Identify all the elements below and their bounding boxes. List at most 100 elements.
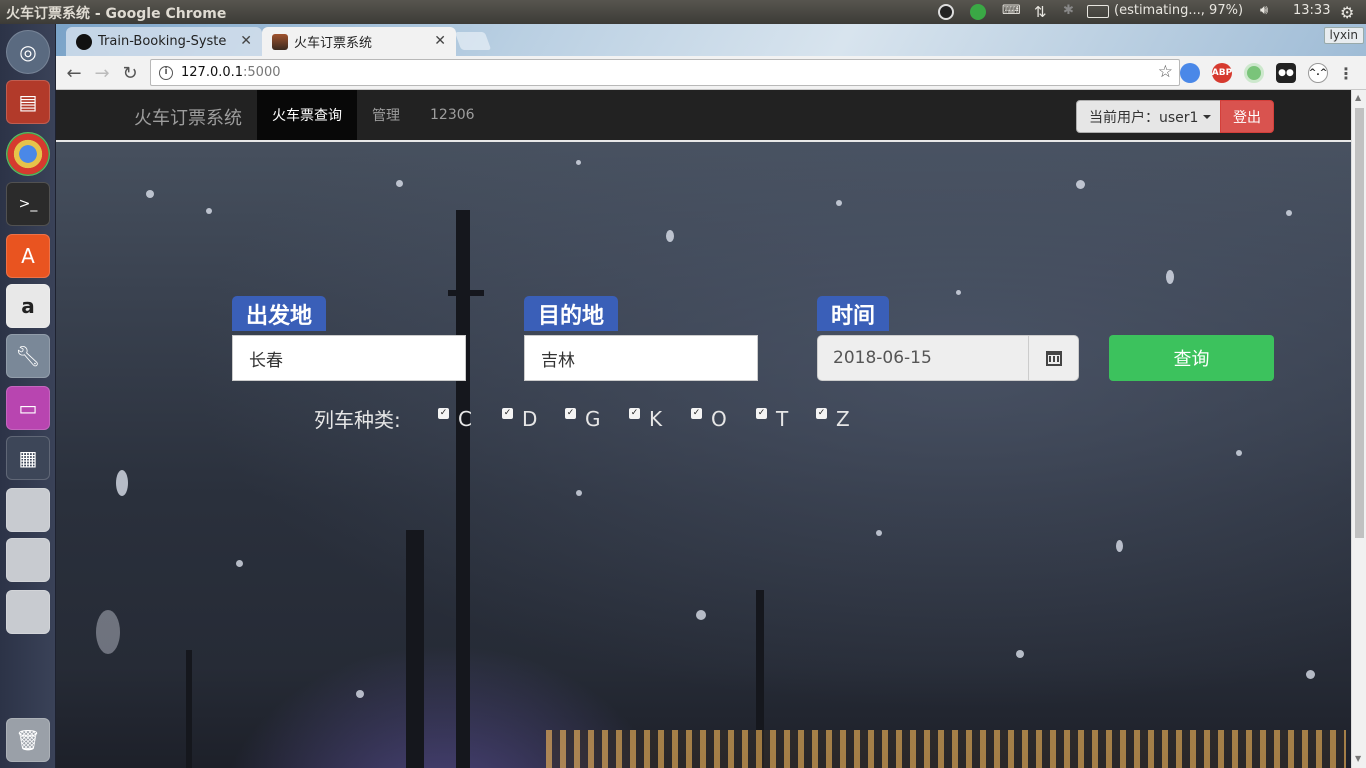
workspace-app-icon[interactable]: ▭	[6, 386, 50, 430]
from-label: 出发地	[232, 296, 327, 331]
drive-icon[interactable]	[6, 488, 50, 532]
green-circle-extension-icon[interactable]	[1244, 63, 1264, 83]
search-button[interactable]: 查询	[1109, 335, 1274, 381]
qq-tray-icon[interactable]	[938, 4, 954, 20]
mask-extension-icon[interactable]: ●●	[1276, 63, 1296, 83]
ubuntu-dash-icon[interactable]: ◎	[6, 30, 50, 74]
utility-pole	[406, 530, 424, 768]
site-favicon-icon	[272, 33, 288, 50]
checkbox-g[interactable]: ✓	[565, 408, 576, 419]
amazon-icon[interactable]: a	[6, 284, 50, 328]
train-type-t: T	[776, 407, 789, 431]
date-picker[interactable]: 2018-06-15	[817, 335, 1079, 381]
train-type-d: D	[522, 407, 538, 431]
user-dropdown[interactable]: 当前用户：user1	[1076, 100, 1225, 133]
menu-dots-icon[interactable]: ⋮	[1336, 63, 1356, 83]
caret-down-icon	[1203, 114, 1212, 119]
nav-admin[interactable]: 管理	[357, 90, 415, 140]
checkbox-t[interactable]: ✓	[756, 408, 767, 419]
train-type-c: C	[458, 407, 472, 431]
tab-train-booking[interactable]: 火车订票系统 ✕	[262, 27, 456, 56]
scroll-up-icon[interactable]: ▲	[1355, 93, 1361, 102]
reload-icon[interactable]: ↻	[118, 61, 142, 85]
train-type-g: G	[585, 407, 601, 431]
checkbox-k[interactable]: ✓	[629, 408, 640, 419]
checkbox-o[interactable]: ✓	[691, 408, 702, 419]
date-label: 时间	[817, 296, 890, 331]
browser-toolbar: ← → ↻ i 127.0.0.1:5000 ☆ ABP ●● ^.^ ⋮	[56, 56, 1366, 90]
system-settings-icon[interactable]: 🔧︎	[6, 334, 50, 378]
clock[interactable]: 13:33	[1293, 3, 1330, 21]
checkbox-d[interactable]: ✓	[502, 408, 513, 419]
snowflake	[1166, 270, 1174, 284]
logout-button[interactable]: 登出	[1220, 100, 1274, 133]
address-bar[interactable]: i 127.0.0.1:5000 ☆	[150, 59, 1180, 86]
bluetooth-icon[interactable]: ✱	[1063, 3, 1074, 21]
close-icon[interactable]: ✕	[240, 33, 252, 49]
terminal-icon[interactable]: >_	[6, 182, 50, 226]
from-input[interactable]	[232, 335, 466, 381]
abp-extension-icon[interactable]: ABP	[1212, 63, 1232, 83]
battery-icon[interactable]	[1087, 5, 1109, 18]
to-label: 目的地	[524, 296, 619, 331]
snowflake	[696, 610, 706, 620]
city-lights	[546, 730, 1346, 768]
back-icon[interactable]: ←	[62, 61, 86, 85]
volume-icon[interactable]: 🔊︎	[1260, 3, 1268, 21]
snowflake	[236, 560, 243, 567]
to-input[interactable]	[524, 335, 758, 381]
utility-pole	[448, 290, 484, 296]
gear-icon[interactable]: ⚙	[1340, 3, 1354, 22]
checkbox-c[interactable]: ✓	[438, 408, 449, 419]
snowflake	[576, 160, 581, 165]
site-brand[interactable]: 火车订票系统	[134, 104, 242, 130]
snowflake	[1116, 540, 1123, 552]
tab-strip: Train-Booking-Syste ✕ 火车订票系统 ✕ lyxin	[56, 24, 1366, 56]
calendar-button[interactable]	[1028, 336, 1078, 380]
snowflake	[1236, 450, 1242, 456]
snowflake	[146, 190, 154, 198]
snowflake	[836, 200, 842, 206]
nav-12306[interactable]: 12306	[415, 90, 490, 140]
info-icon[interactable]: i	[159, 65, 173, 80]
tab-label: 火车订票系统	[294, 36, 373, 51]
nav-ticket-search[interactable]: 火车票查询	[257, 90, 357, 140]
files-icon[interactable]: ▤	[6, 80, 50, 124]
drive-icon[interactable]	[6, 590, 50, 634]
bookmark-star-icon[interactable]: ☆	[1158, 62, 1173, 82]
trash-icon[interactable]: 🗑︎	[6, 718, 50, 762]
date-input[interactable]: 2018-06-15	[818, 336, 1028, 380]
browser-window: Train-Booking-Syste ✕ 火车订票系统 ✕ lyxin ← →…	[56, 24, 1366, 768]
new-tab-button[interactable]	[454, 32, 492, 50]
snowflake	[1306, 670, 1315, 679]
tab-github[interactable]: Train-Booking-Syste ✕	[66, 27, 262, 56]
scrollbar-thumb[interactable]	[1355, 108, 1364, 538]
snowflake	[396, 180, 403, 187]
battery-status[interactable]: (estimating..., 97%)	[1114, 3, 1243, 21]
network-icon[interactable]: ⇅	[1034, 3, 1047, 21]
profile-name[interactable]: lyxin	[1323, 27, 1364, 44]
close-icon[interactable]: ✕	[434, 33, 446, 49]
train-type-label: 列车种类:	[314, 408, 401, 432]
calendar-icon	[1045, 350, 1062, 366]
snowflake	[116, 470, 128, 496]
cat-extension-icon[interactable]: ^.^	[1308, 63, 1328, 83]
snowflake	[1286, 210, 1292, 216]
system-top-bar: 火车订票系统 - Google Chrome ⌨ ⇅ ✱ (estimating…	[0, 0, 1366, 24]
checkbox-z[interactable]: ✓	[816, 408, 827, 419]
site-navbar: 火车订票系统 火车票查询 管理 12306 当前用户：user1 登出	[56, 90, 1351, 142]
shield-extension-icon[interactable]	[1180, 63, 1200, 83]
scroll-down-icon[interactable]: ▼	[1355, 754, 1361, 763]
software-center-icon[interactable]: A	[6, 234, 50, 278]
workspace-switcher-icon[interactable]: ▦	[6, 436, 50, 480]
snowflake	[666, 230, 674, 242]
user-label: 当前用户：user1	[1089, 109, 1199, 126]
telegram-tray-icon[interactable]	[970, 4, 986, 20]
drive-icon[interactable]	[6, 538, 50, 582]
utility-pole	[186, 650, 192, 768]
chrome-icon[interactable]	[6, 132, 50, 176]
page-scrollbar[interactable]: ▲ ▼	[1351, 90, 1366, 768]
keyboard-icon[interactable]: ⌨	[1002, 3, 1021, 21]
train-type-z: Z	[836, 407, 850, 431]
forward-icon[interactable]: →	[90, 61, 114, 85]
